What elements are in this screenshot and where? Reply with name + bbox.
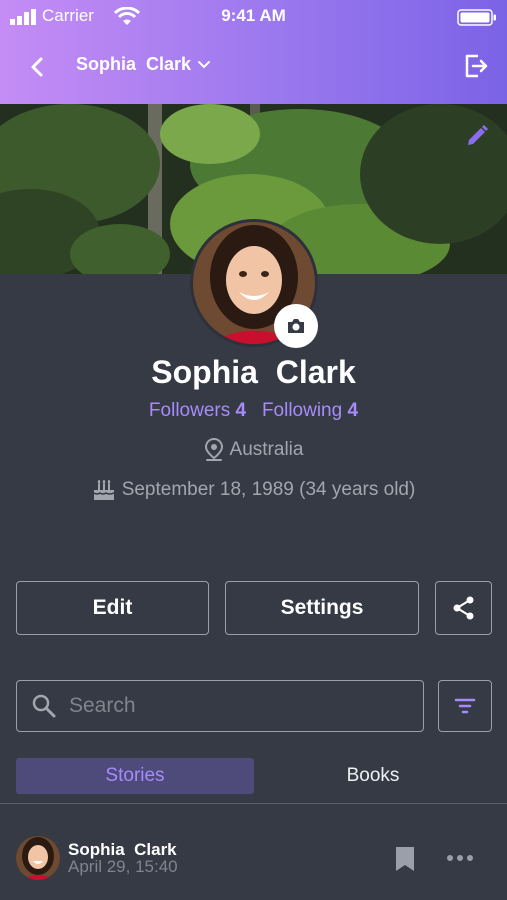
status-bar: Carrier 9:41 AM — [0, 0, 507, 34]
location-pin-icon — [204, 438, 223, 461]
search-icon — [32, 694, 56, 718]
search-box — [16, 680, 424, 732]
tab-stories[interactable]: Stories — [16, 758, 254, 794]
logout-icon[interactable] — [462, 52, 490, 80]
more-options-icon[interactable] — [446, 852, 474, 864]
nav-title: Sophia Clark — [76, 54, 192, 74]
post-timestamp: April 29, 15:40 — [68, 857, 178, 876]
edit-cover-icon[interactable] — [465, 124, 489, 148]
account-switcher[interactable]: Sophia Clark — [76, 54, 211, 75]
tab-books[interactable]: Books — [254, 758, 492, 794]
location-row: Australia — [0, 438, 507, 462]
status-time: 9:41 AM — [221, 6, 286, 25]
back-icon[interactable] — [24, 54, 52, 80]
settings-button[interactable]: Settings — [225, 581, 419, 635]
chevron-down-icon — [198, 60, 211, 68]
profile-name: Sophia Clark — [151, 354, 356, 390]
share-button[interactable] — [435, 581, 492, 635]
divider — [0, 803, 507, 804]
birthday-row: September 18, 1989 (34 years old) — [0, 478, 507, 502]
filter-button[interactable] — [438, 680, 492, 732]
followers-link[interactable]: Followers 4 — [149, 400, 246, 421]
edit-button[interactable]: Edit — [16, 581, 209, 635]
birthday-text: September 18, 1989 (34 years old) — [121, 479, 416, 500]
header: Carrier 9:41 AM Sophia Clark — [0, 0, 507, 104]
cake-icon — [93, 480, 114, 500]
location-text: Australia — [229, 439, 304, 460]
search-input[interactable] — [69, 694, 389, 718]
change-photo-button[interactable] — [274, 304, 318, 348]
post-author-photo — [16, 836, 60, 880]
camera-icon — [288, 319, 304, 333]
battery-icon — [457, 9, 496, 26]
share-icon — [453, 596, 473, 620]
nav-bar: Sophia Clark — [0, 40, 507, 94]
bookmark-icon[interactable] — [394, 846, 416, 872]
follow-stats: Followers 4 Following 4 — [0, 400, 507, 422]
post-avatar[interactable] — [16, 836, 60, 880]
filter-icon — [454, 698, 476, 714]
following-link[interactable]: Following 4 — [262, 400, 358, 421]
